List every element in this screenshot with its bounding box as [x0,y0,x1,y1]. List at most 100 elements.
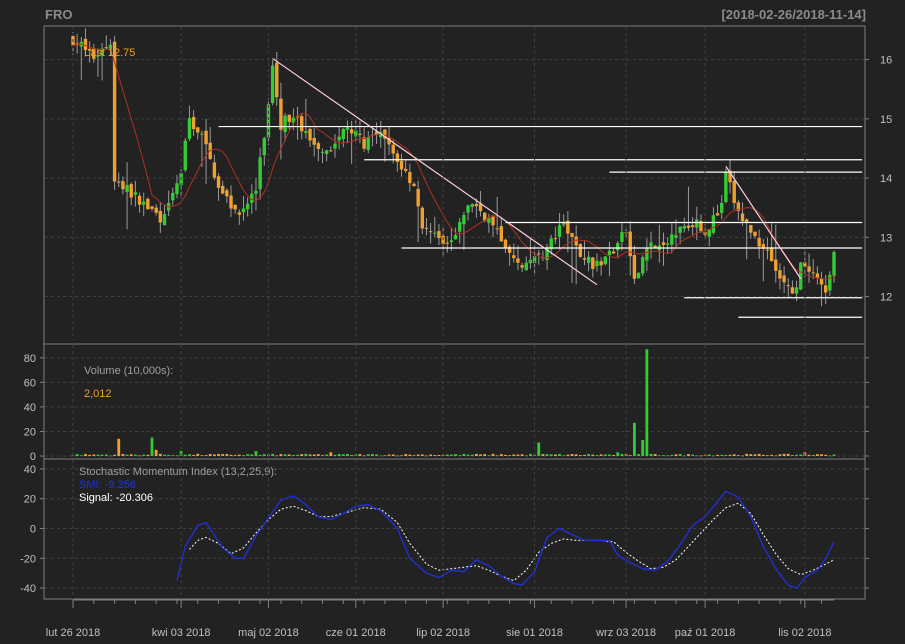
candle-body [512,255,516,259]
volume-bar [321,455,324,456]
volume-bar [662,455,665,456]
volume-bar [171,455,175,456]
candle-body [765,249,770,251]
volume-bar [545,454,549,456]
volume-bar [770,454,774,456]
candle-body [458,221,462,232]
candle-body [416,188,420,207]
candle-body [125,185,129,192]
candle-body [212,162,217,178]
candle-body [641,257,645,274]
volume-bar [811,455,815,456]
volume-bar [612,455,616,456]
candle-body [674,235,678,238]
candle-body [345,127,350,130]
candle-body [412,183,416,186]
volume-bar [778,454,782,456]
volume-bar [312,454,316,456]
candle-body [233,204,237,210]
candle-body [462,214,466,225]
volume-bar [757,453,761,456]
volume-bar [504,454,507,456]
volume-bar [333,454,337,456]
candle-body [690,225,695,228]
volume-bar [599,454,603,456]
volume-bar [242,455,245,456]
volume-bar [608,454,611,456]
volume-bar [383,455,387,457]
volume-bar [454,454,457,456]
volume-bar [412,455,416,457]
volume-bar [766,455,769,456]
candle-body [241,208,246,213]
candle-body [237,212,242,215]
candle-body [516,258,520,263]
volume-bar [537,442,541,456]
volume-bar [820,454,823,456]
candle-body [129,184,133,198]
volume-bar [391,454,395,456]
volume-bar [782,453,786,456]
volume-bar [657,455,661,457]
volume-bar [587,454,591,456]
candle-body [645,248,649,261]
candle-body [603,256,607,265]
volume-bar [188,454,191,456]
candle-body [528,259,533,264]
volume-bar [815,454,819,456]
volume-bar [100,454,104,456]
volume-bar [445,454,449,456]
candle-body [191,116,196,130]
volume-tick-label: 80 [24,353,36,365]
candle-body [616,243,620,251]
candle-body [595,260,599,267]
volume-bar [192,455,195,456]
volume-bar [308,454,312,456]
volume-bar [341,454,345,456]
candle-body [304,131,308,134]
volume-bar [237,454,241,456]
candle-body [499,226,504,242]
volume-bar [566,454,570,456]
volume-bar [337,453,341,456]
candle-body [324,150,329,155]
candle-body [200,133,204,135]
volume-tick-label: 40 [24,402,36,414]
candle-body [395,153,400,162]
volume-bar [217,453,220,456]
volume-bar [637,454,640,456]
volume-bar [499,454,503,456]
price-tick-label: 14 [880,173,892,185]
volume-bar [687,454,690,456]
volume-bar [400,455,403,457]
volume-bar [649,453,653,456]
candle-body [254,190,258,194]
volume-bar [728,454,732,456]
candle-body [537,253,541,255]
volume-bar [724,454,728,456]
volume-bar [720,454,724,456]
candle-body [196,127,200,133]
volume-bar [379,455,383,457]
candle-body [470,204,474,208]
candle-body [682,226,686,229]
candle-body [141,201,146,205]
volume-bar [641,440,645,456]
candle-body [216,176,221,188]
volume-tick-label: 20 [24,426,36,438]
candle-body [632,255,637,279]
candle-body [349,129,354,134]
volume-bar [682,455,686,457]
volume-bar [371,454,374,456]
candle-body [753,231,757,237]
candle-body [453,235,458,240]
candle-body [137,195,142,205]
x-tick-label: cze 01 2018 [326,627,386,639]
volume-bar [113,454,116,456]
volume-bar [109,455,112,457]
candle-body [749,225,753,233]
volume-bar [329,452,333,456]
candle-body [524,262,528,271]
volume-bar [524,455,528,457]
volume-bar [296,454,299,456]
